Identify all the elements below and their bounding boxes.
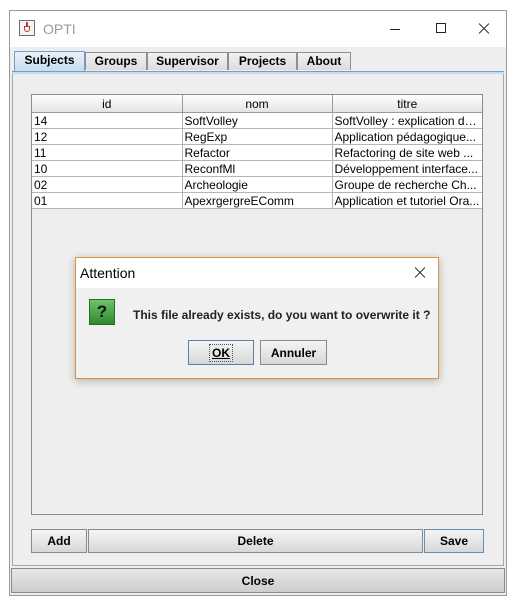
cell-titre[interactable]: Application et tutoriel Ora... — [331, 192, 482, 209]
dialog-title-bar: Attention — [76, 258, 438, 288]
column-header-nom[interactable]: nom — [181, 95, 333, 113]
column-header-titre[interactable]: titre — [331, 95, 482, 113]
overwrite-confirm-dialog: Attention ? This file already exists, do… — [75, 257, 439, 379]
title-bar: OPTI — [10, 11, 506, 47]
cell-nom[interactable]: Refactor — [181, 144, 333, 161]
cell-nom[interactable]: ApexrgergreEComm — [181, 192, 333, 209]
delete-button[interactable]: Delete — [88, 529, 423, 553]
table-row[interactable]: 02 Archeologie Groupe de recherche Ch... — [32, 176, 482, 193]
window-title: OPTI — [43, 21, 76, 37]
ok-button[interactable]: OK — [188, 340, 254, 365]
dialog-close-button[interactable] — [402, 258, 438, 288]
table-row[interactable]: 12 RegExp Application pédagogique... — [32, 128, 482, 145]
cell-titre[interactable]: Groupe de recherche Ch... — [331, 176, 482, 193]
cell-titre[interactable]: Développement interface... — [331, 160, 482, 177]
cell-id[interactable]: 01 — [32, 192, 183, 209]
cell-nom[interactable]: RegExp — [181, 128, 333, 145]
table-row[interactable]: 01 ApexrgergreEComm Application et tutor… — [32, 192, 482, 209]
cell-id[interactable]: 10 — [32, 160, 183, 177]
cancel-button[interactable]: Annuler — [260, 340, 327, 365]
minimize-icon — [390, 29, 400, 30]
dialog-title: Attention — [80, 265, 136, 281]
save-button[interactable]: Save — [424, 529, 484, 553]
cell-nom[interactable]: SoftVolley — [181, 112, 333, 129]
add-button[interactable]: Add — [31, 529, 87, 553]
tab-about[interactable]: About — [297, 52, 351, 70]
window-close-button[interactable] — [460, 11, 506, 47]
minimize-button[interactable] — [372, 11, 418, 47]
question-icon: ? — [89, 299, 115, 325]
cell-titre[interactable]: Application pédagogique... — [331, 128, 482, 145]
table-row[interactable]: 10 ReconfMl Développement interface... — [32, 160, 482, 177]
column-header-id[interactable]: id — [32, 95, 183, 113]
cell-titre[interactable]: SoftVolley : explication de... — [331, 112, 482, 129]
cell-id[interactable]: 14 — [32, 112, 183, 129]
cell-id[interactable]: 02 — [32, 176, 183, 193]
tab-projects[interactable]: Projects — [228, 52, 297, 70]
table-row[interactable]: 11 Refactor Refactoring de site web ... — [32, 144, 482, 161]
dialog-message: This file already exists, do you want to… — [133, 308, 431, 322]
tab-groups[interactable]: Groups — [85, 52, 147, 70]
close-button[interactable]: Close — [11, 568, 505, 593]
ok-button-label: OK — [212, 345, 230, 360]
subjects-table: id nom titre 14 SoftVolley SoftVolley : … — [32, 95, 482, 209]
cell-nom[interactable]: Archeologie — [181, 176, 333, 193]
tab-subjects[interactable]: Subjects — [14, 51, 85, 72]
cell-nom[interactable]: ReconfMl — [181, 160, 333, 177]
cell-id[interactable]: 12 — [32, 128, 183, 145]
tab-supervisor[interactable]: Supervisor — [147, 52, 228, 70]
cell-titre[interactable]: Refactoring de site web ... — [331, 144, 482, 161]
table-header-row: id nom titre — [32, 95, 482, 113]
maximize-button[interactable] — [418, 11, 464, 47]
java-app-icon — [19, 20, 35, 36]
table-row[interactable]: 14 SoftVolley SoftVolley : explication d… — [32, 112, 482, 129]
maximize-icon — [436, 23, 446, 33]
cell-id[interactable]: 11 — [32, 144, 183, 161]
